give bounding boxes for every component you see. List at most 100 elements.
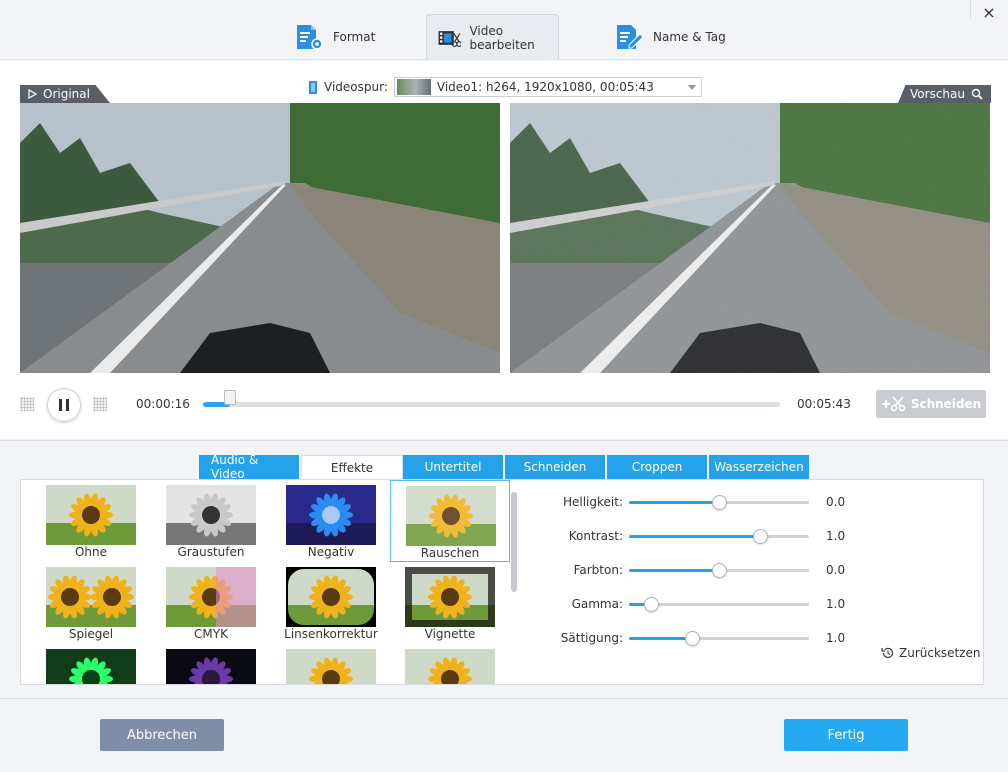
adjustment-slider[interactable]	[629, 631, 809, 646]
tab-crop[interactable]: Croppen	[607, 455, 709, 479]
search-icon	[971, 88, 983, 100]
timeline-handle[interactable]	[223, 390, 236, 405]
adjustment-slider[interactable]	[629, 597, 809, 612]
adjustment-label: Helligkeit:	[562, 495, 623, 509]
adjustment-value: 1.0	[826, 597, 846, 611]
effect-item[interactable]: CMYK	[151, 562, 271, 644]
videotrack-row: Videospur: Video1: h264, 1920x1080, 00:0…	[308, 77, 702, 97]
tab-subtitles[interactable]: Untertitel	[403, 455, 505, 479]
adjustment-value: 1.0	[826, 529, 846, 543]
effect-item[interactable]: Linsenkorrektur	[271, 562, 391, 644]
adjustment-slider-knob[interactable]	[712, 563, 727, 578]
effect-name: Vignette	[424, 627, 476, 641]
adjustment-row: Sättigung: 1.0	[541, 628, 981, 648]
effect-name: Ohne	[74, 545, 108, 559]
tab-audio-video[interactable]: Audio & Video	[199, 453, 301, 481]
tab-name-tag-label: Name & Tag	[653, 30, 726, 44]
effect-name: Negativ	[307, 545, 355, 559]
done-button[interactable]: Fertig	[784, 719, 908, 751]
effect-name: Rauschen	[420, 546, 480, 560]
original-label: Original	[20, 85, 110, 103]
effect-item[interactable]: Vignette	[390, 562, 510, 644]
effect-item[interactable]: Rauschen	[390, 480, 510, 562]
adjustment-row: Farbton: 0.0	[541, 560, 981, 580]
tab-name-tag[interactable]: Name & Tag	[603, 14, 736, 60]
total-time: 00:05:43	[797, 397, 851, 411]
effect-thumbnail	[166, 485, 256, 545]
effect-thumbnail	[286, 649, 376, 684]
tab-cut[interactable]: Schneiden	[505, 455, 607, 479]
adjustment-label: Farbton:	[573, 563, 623, 577]
effect-name: CMYK	[194, 627, 228, 641]
preview-label[interactable]: Vorschau	[898, 85, 991, 103]
reset-label: Zurücksetzen	[899, 646, 981, 660]
pause-icon-bar	[66, 399, 69, 411]
timeline-scrubber[interactable]	[203, 390, 780, 407]
pause-button[interactable]	[47, 388, 81, 422]
effect-thumbnail	[286, 485, 376, 545]
effect-thumbnail	[166, 567, 256, 627]
effect-item[interactable]: Spiegel	[31, 562, 151, 644]
tab-watermark[interactable]: Wasserzeichen	[709, 455, 811, 479]
window-separator	[970, 0, 971, 18]
videotrack-value: Video1: h264, 1920x1080, 00:05:43	[436, 80, 654, 94]
adjustment-slider[interactable]	[629, 529, 809, 544]
play-outline-icon	[28, 89, 37, 99]
adjustment-slider-knob[interactable]	[753, 529, 769, 544]
adjustment-slider-knob[interactable]	[685, 631, 700, 646]
effect-item[interactable]: Negativ	[271, 480, 391, 562]
pause-icon	[59, 399, 62, 411]
dialog-footer: Abbrechen Fertig	[0, 698, 1008, 772]
close-button[interactable]: ×	[980, 4, 998, 22]
reset-history-icon	[881, 647, 894, 659]
effect-item[interactable]	[151, 644, 271, 684]
effect-thumbnail	[46, 649, 136, 684]
effect-item[interactable]	[271, 644, 391, 684]
chevron-down-icon	[687, 85, 696, 90]
tab-effects[interactable]: Effekte	[301, 455, 403, 479]
cut-button[interactable]: Schneiden	[876, 390, 986, 418]
video-preview-area: Videospur: Video1: h264, 1920x1080, 00:0…	[0, 61, 1008, 439]
tab-format[interactable]: Format	[283, 14, 385, 60]
tab-format-label: Format	[333, 30, 376, 44]
adjustment-slider-fill	[629, 569, 719, 572]
adjustment-value: 0.0	[826, 495, 846, 509]
adjustment-slider-knob[interactable]	[643, 597, 659, 612]
adjustment-slider[interactable]	[629, 495, 809, 510]
effect-thumbnail	[46, 567, 136, 627]
add-scissors-icon	[881, 396, 906, 412]
videotrack-icon	[309, 80, 317, 94]
frame-back-icon[interactable]	[20, 397, 34, 411]
effects-grid: Ohne Graustufen Negativ Rauschen Spiegel CMYK…	[21, 480, 511, 684]
effect-item[interactable]: Graustufen	[151, 480, 271, 562]
adjustment-row: Helligkeit: 0.0	[541, 492, 981, 512]
effect-thumbnail	[286, 567, 376, 627]
edit-area: Audio & Video Effekte Untertitel Schneid…	[0, 440, 1008, 698]
adjustment-row: Gamma: 1.0	[541, 594, 981, 614]
videotrack-select[interactable]: Video1: h264, 1920x1080, 00:05:43	[393, 77, 702, 97]
effect-item[interactable]	[390, 644, 510, 684]
effect-item[interactable]: Ohne	[31, 480, 151, 562]
adjustment-label: Kontrast:	[568, 529, 623, 543]
reset-button[interactable]: Zurücksetzen	[881, 646, 981, 660]
adjustment-value: 0.0	[826, 563, 846, 577]
effect-thumbnail	[406, 486, 496, 546]
videotrack-label: Videospur:	[324, 80, 388, 94]
adjustment-slider-fill	[629, 535, 761, 538]
videotrack-thumbnail	[396, 79, 431, 95]
adjustment-slider[interactable]	[629, 563, 809, 578]
current-time: 00:00:16	[136, 397, 190, 411]
cancel-button[interactable]: Abbrechen	[100, 719, 224, 751]
playback-controls: 00:00:16 00:05:43 Schneiden	[0, 381, 1008, 429]
effects-scrollbar[interactable]	[511, 492, 517, 592]
effect-item[interactable]	[31, 644, 151, 684]
name-tag-icon	[617, 25, 644, 49]
tab-video-edit-label: Video bearbeiten	[469, 23, 535, 52]
adjustment-slider-knob[interactable]	[712, 495, 727, 510]
effect-thumbnail	[405, 649, 495, 684]
tab-video-edit[interactable]: Video bearbeiten	[426, 14, 559, 60]
effect-name: Linsenkorrektur	[284, 627, 378, 641]
format-settings-icon	[297, 25, 323, 50]
original-label-text: Original	[43, 87, 90, 101]
frame-forward-icon[interactable]	[93, 397, 107, 411]
